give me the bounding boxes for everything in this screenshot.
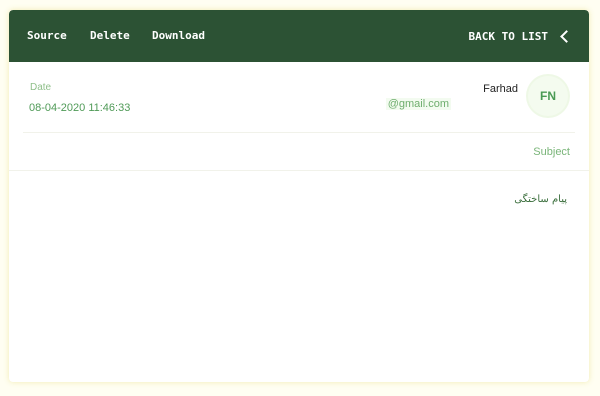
source-button[interactable]: Source — [27, 29, 67, 42]
back-to-list-label: BACK TO LIST — [468, 29, 548, 43]
divider — [9, 170, 589, 171]
chevron-left-icon — [560, 30, 573, 43]
delete-button[interactable]: Delete — [90, 29, 130, 42]
date-label: Date — [30, 82, 52, 93]
sender-name: Farhad — [483, 83, 518, 95]
message-header: Source Delete Download BACK TO LIST — [9, 10, 589, 62]
message-body: پیام ساختگی — [514, 194, 567, 205]
message-card: Source Delete Download BACK TO LIST FN F… — [9, 10, 589, 382]
divider — [23, 132, 575, 133]
download-button[interactable]: Download — [152, 29, 205, 42]
sender-avatar: FN — [528, 76, 568, 116]
subject-label: Subject — [533, 146, 570, 158]
sender-email: @gmail.com — [385, 98, 451, 110]
back-to-list-button[interactable]: BACK TO LIST — [468, 26, 573, 46]
date-value: 08-04-2020 11:46:33 — [29, 102, 131, 114]
